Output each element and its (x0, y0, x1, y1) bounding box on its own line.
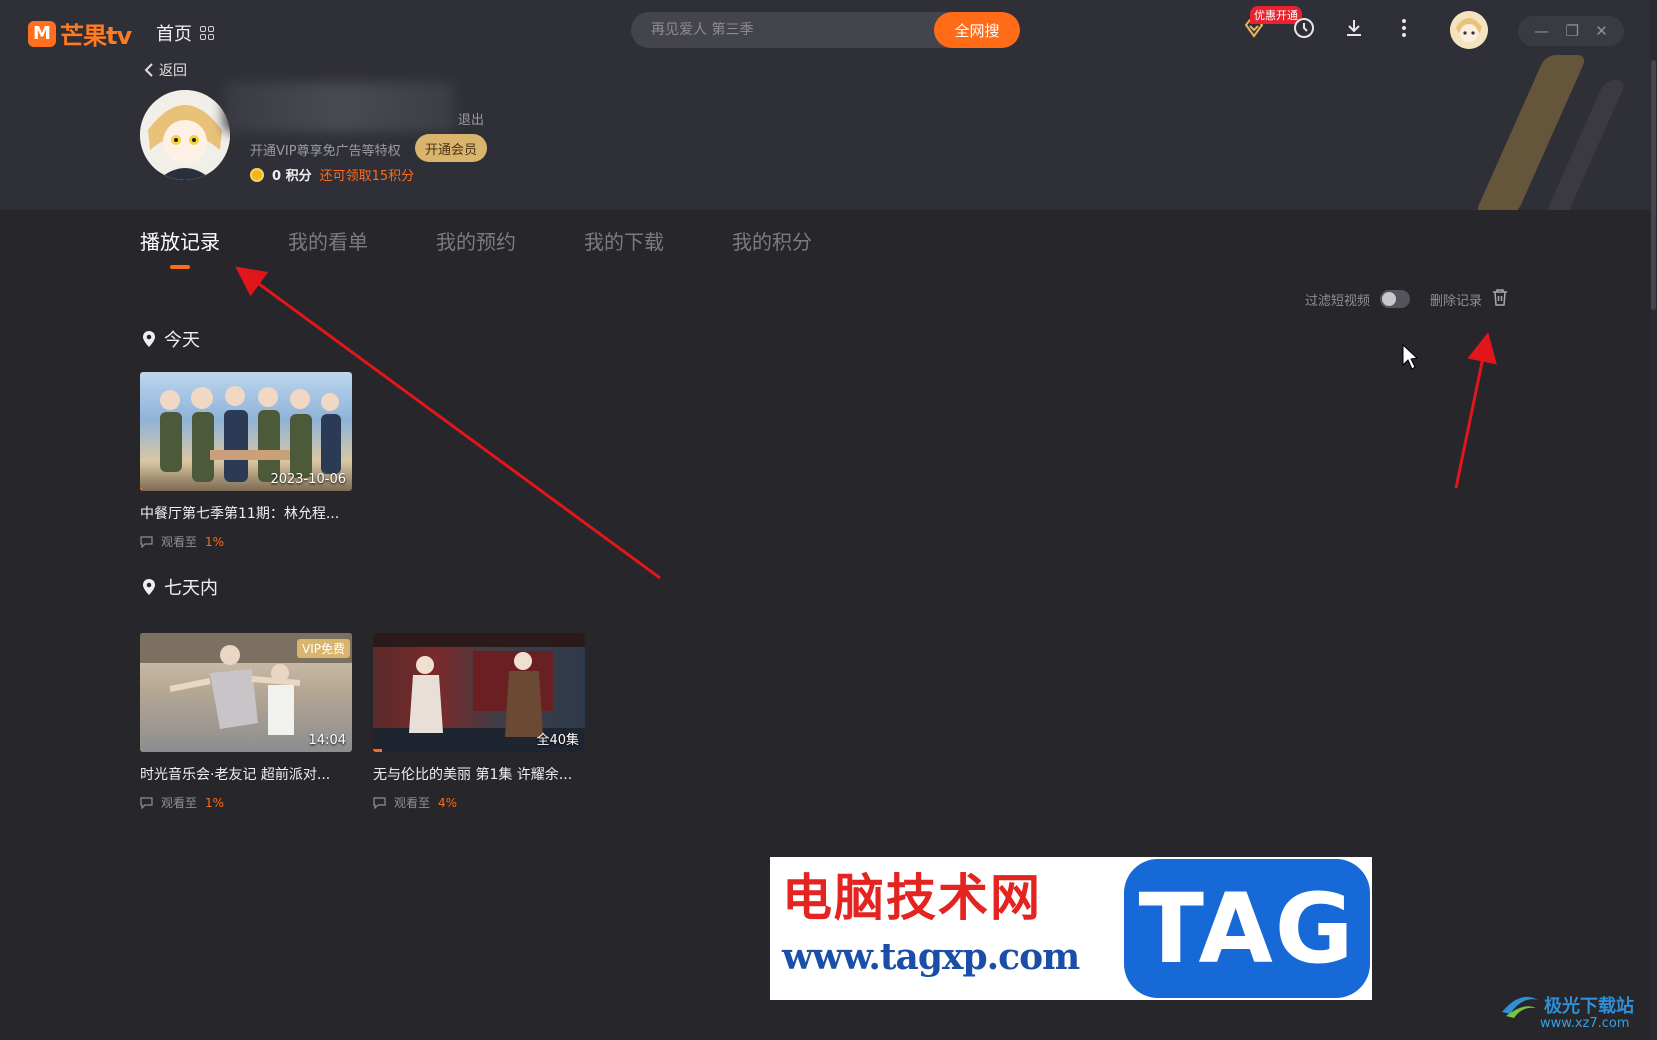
filter-short-video-label: 过滤短视频 (1305, 293, 1371, 309)
open-vip-button[interactable]: 开通会员 (415, 134, 487, 162)
delete-history-label[interactable]: 删除记录 (1430, 290, 1482, 309)
corner-logo-url: www.xz7.com (1540, 1016, 1630, 1031)
history-card[interactable]: VIP免费 14:04 时光音乐会·老友记 超前派对... 观看至 1% (140, 633, 352, 811)
nav-home-label: 首页 (156, 24, 192, 45)
location-pin-icon (143, 579, 155, 595)
back-link[interactable]: 返回 (143, 60, 187, 80)
profile-avatar[interactable] (140, 90, 230, 180)
video-thumbnail[interactable]: VIP免费 14:04 (140, 633, 352, 752)
annotation-arrow-delete (1454, 332, 1497, 489)
search-button[interactable]: 全网搜 (934, 12, 1020, 48)
back-label: 返回 (159, 63, 187, 79)
watermark-cn: 电脑技术网 (782, 868, 1042, 927)
section-heading-label: 今天 (164, 330, 200, 351)
filter-short-video-toggle[interactable] (1380, 290, 1411, 308)
vip-diamond-icon[interactable]: 优惠开通 (1240, 6, 1302, 42)
history-card[interactable]: 全40集 无与伦比的美丽 第1集 许耀余... 观看至 4% (373, 633, 585, 811)
history-card[interactable]: 2023-10-06 中餐厅第七季第11期：林允程... 观看至 1% (140, 372, 352, 550)
watched-label: 观看至 (394, 796, 431, 810)
watched-percent: 1% (205, 534, 225, 549)
tab-bar: 播放记录 我的看单 我的预约 我的下载 我的积分 (140, 226, 812, 269)
logout-link[interactable]: 退出 (458, 109, 484, 128)
restore-button[interactable]: ❐ (1565, 22, 1578, 40)
location-pin-icon (143, 331, 155, 347)
vip-tip: 开通VIP尊享免广告等特权 (250, 144, 401, 159)
tab-points[interactable]: 我的积分 (732, 226, 812, 255)
comment-icon (373, 796, 386, 809)
watch-progress-bar (140, 488, 142, 491)
video-title[interactable]: 时光音乐会·老友记 超前派对... (140, 764, 352, 784)
app-logo[interactable]: M 芒果tv (28, 16, 132, 51)
search-bar: 全网搜 (631, 12, 1020, 48)
chevron-left-icon (144, 63, 153, 77)
watch-progress-bar (373, 749, 382, 752)
watermark-tag: TAG (1138, 872, 1356, 985)
more-vertical-icon[interactable] (1390, 14, 1418, 42)
tab-downloads[interactable]: 我的下载 (584, 226, 664, 255)
close-button[interactable]: ✕ (1595, 22, 1608, 40)
history-filter-row: 过滤短视频 删除记录 (1305, 288, 1508, 310)
user-avatar[interactable] (1450, 11, 1488, 49)
video-thumbnail[interactable]: 全40集 (373, 633, 585, 752)
points-value: 0 积分 (272, 169, 312, 184)
video-thumbnail[interactable]: 2023-10-06 (140, 372, 352, 491)
watched-label: 观看至 (161, 796, 198, 810)
vip-free-tag: VIP免费 (297, 639, 350, 658)
video-title[interactable]: 中餐厅第七季第11期：林允程... (140, 503, 352, 523)
mango-logo-icon: M (28, 20, 56, 47)
site-watermark: 电脑技术网 www.tagxp.com TAG (770, 857, 1372, 1000)
download-icon[interactable] (1340, 14, 1368, 42)
watched-percent: 4% (438, 795, 458, 810)
points-claim-link[interactable]: 还可领取15积分 (320, 165, 415, 184)
mouse-cursor-icon (1402, 343, 1419, 370)
section-heading-today: 今天 (142, 326, 200, 352)
nav-home[interactable]: 首页 (156, 20, 214, 46)
scrollbar-thumb[interactable] (1651, 60, 1656, 310)
watch-progress-bar (140, 749, 142, 752)
minimize-button[interactable]: — (1534, 22, 1549, 40)
section-heading-seven-days: 七天内 (142, 574, 218, 600)
tab-reservations[interactable]: 我的预约 (436, 226, 516, 255)
search-input[interactable] (631, 12, 934, 48)
comment-icon (140, 796, 153, 809)
window-controls: — ❐ ✕ (1518, 16, 1624, 46)
blurred-username (224, 82, 454, 132)
logo-text: 芒果tv (60, 22, 132, 50)
top-toolbar: 优惠开通 (1240, 6, 1418, 42)
watermark-text: 电脑技术网 www.tagxp.com (770, 857, 1122, 1000)
history-clock-icon[interactable] (1290, 14, 1318, 42)
aurora-swirl-icon (1502, 996, 1538, 1018)
thumbnail-episodes-badge: 全40集 (536, 733, 579, 748)
watermark-tag-box: TAG (1124, 859, 1370, 998)
watch-meta: 观看至 4% (373, 794, 585, 811)
tab-play-history[interactable]: 播放记录 (140, 226, 220, 269)
watched-percent: 1% (205, 795, 225, 810)
grid-icon (200, 26, 214, 40)
watched-label: 观看至 (161, 535, 198, 549)
thumbnail-duration-badge: 14:04 (308, 733, 346, 748)
coin-icon (250, 167, 264, 182)
watermark-url: www.tagxp.com (782, 936, 1080, 978)
video-title[interactable]: 无与伦比的美丽 第1集 许耀余... (373, 764, 585, 784)
tab-watchlist[interactable]: 我的看单 (288, 226, 368, 255)
watch-meta: 观看至 1% (140, 794, 352, 811)
trash-icon[interactable] (1492, 288, 1508, 310)
thumbnail-date-badge: 2023-10-06 (270, 472, 346, 487)
points-row: 0 积分 还可领取15积分 (250, 165, 414, 184)
comment-icon (140, 535, 153, 548)
section-heading-label: 七天内 (164, 578, 218, 599)
corner-logo-cn: 极光下载站 (1544, 996, 1634, 1017)
watch-meta: 观看至 1% (140, 533, 352, 550)
